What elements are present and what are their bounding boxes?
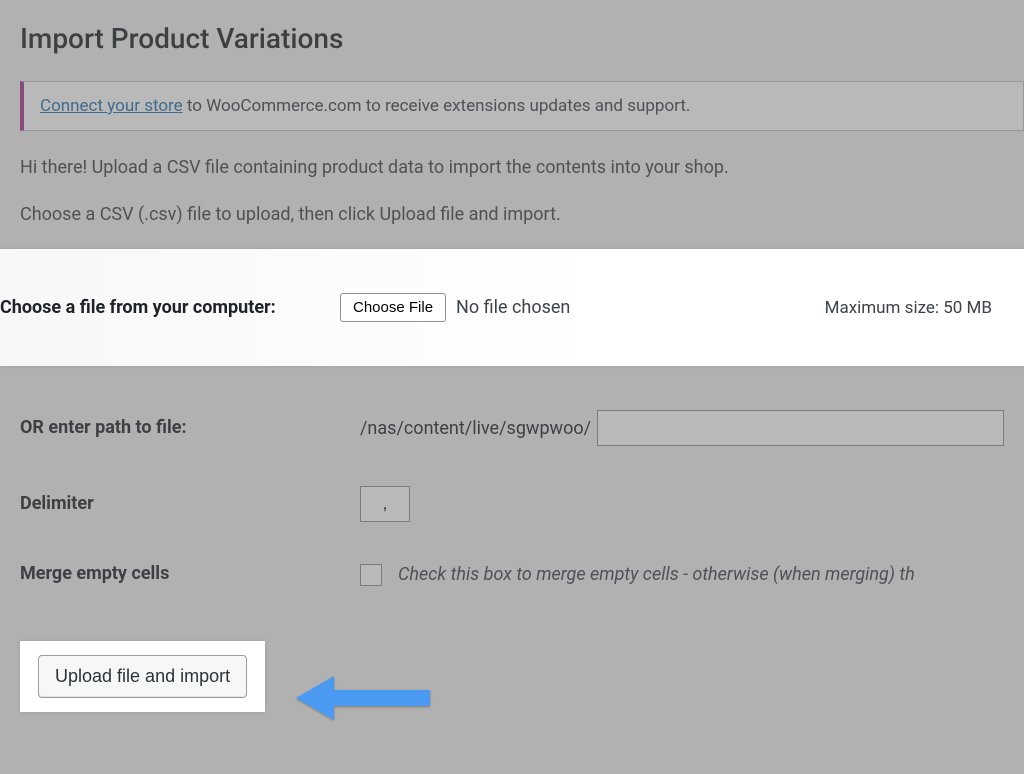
- merge-checkbox[interactable]: [360, 564, 382, 586]
- path-label: OR enter path to file:: [20, 416, 360, 440]
- notice-text: to WooCommerce.com to receive extensions…: [183, 96, 691, 116]
- pointer-arrow-icon: [290, 670, 440, 726]
- path-row: OR enter path to file: /nas/content/live…: [20, 390, 1024, 466]
- choose-file-button[interactable]: Choose File: [340, 293, 446, 322]
- delimiter-row: Delimiter: [20, 466, 1024, 542]
- max-file-size: Maximum size: 50 MB: [825, 298, 1004, 318]
- path-input[interactable]: [597, 410, 1004, 446]
- intro-text-1: Hi there! Upload a CSV file containing p…: [20, 155, 1024, 180]
- connect-store-link[interactable]: Connect your store: [40, 96, 183, 116]
- intro-text-2: Choose a CSV (.csv) file to upload, then…: [20, 202, 1024, 227]
- store-connect-notice: Connect your store to WooCommerce.com to…: [20, 81, 1024, 131]
- page-title: Import Product Variations: [20, 10, 1024, 55]
- path-prefix: /nas/content/live/sgwpwoo/: [360, 418, 591, 439]
- delimiter-label: Delimiter: [20, 492, 360, 516]
- upload-import-button[interactable]: Upload file and import: [38, 655, 247, 698]
- submit-panel: Upload file and import: [20, 641, 265, 712]
- choose-file-label: Choose a file from your computer:: [0, 296, 340, 320]
- merge-label: Merge empty cells: [20, 562, 360, 586]
- delimiter-input[interactable]: [360, 486, 410, 522]
- choose-file-panel: Choose a file from your computer: Choose…: [0, 249, 1024, 366]
- file-chosen-status: No file chosen: [456, 297, 570, 318]
- merge-row: Merge empty cells Check this box to merg…: [20, 542, 1024, 606]
- merge-help-text: Check this box to merge empty cells - ot…: [398, 564, 915, 585]
